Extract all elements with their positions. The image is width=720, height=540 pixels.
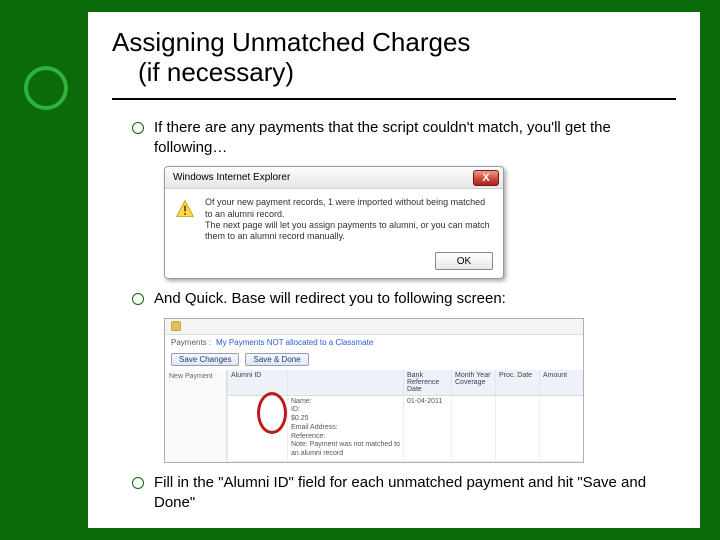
dialog-line2: The next page will let you assign paymen… — [205, 220, 493, 243]
save-done-button[interactable]: Save & Done — [245, 353, 308, 366]
col-amount: Amount — [539, 370, 583, 395]
save-changes-label: Save Changes — [179, 355, 231, 364]
cell-detail: Name: ID: $0.25 Email Address: Reference… — [287, 396, 403, 462]
detail-id: ID: — [291, 406, 400, 415]
bullet-2-text: And Quick. Base will redirect you to fol… — [154, 289, 506, 309]
bullet-3: Fill in the "Alumni ID" field for each u… — [132, 473, 676, 514]
qb-main: Alumni ID Bank Reference Date Month Year… — [227, 370, 583, 462]
title-line2: (if necessary) — [112, 58, 676, 88]
quickbase-report: Payments : My Payments NOT allocated to … — [164, 318, 584, 463]
save-done-label: Save & Done — [253, 355, 300, 364]
dialog-line1: Of your new payment records, 1 were impo… — [205, 197, 493, 220]
breadcrumb-report[interactable]: My Payments NOT allocated to a Classmate — [216, 338, 373, 347]
col-detail — [287, 370, 403, 395]
dialog-footer: OK — [165, 248, 503, 278]
slide-title: Assigning Unmatched Charges (if necessar… — [112, 28, 676, 96]
annotation-circle — [257, 392, 287, 434]
save-changes-button[interactable]: Save Changes — [171, 353, 239, 366]
col-alumni-id: Alumni ID — [227, 370, 287, 395]
breadcrumb: Payments : My Payments NOT allocated to … — [165, 335, 583, 350]
close-button[interactable]: X — [473, 170, 499, 186]
dialog-title: Windows Internet Explorer — [173, 172, 290, 183]
breadcrumb-section: Payments : — [171, 338, 211, 347]
qb-grid: New Payment Alumni ID Bank Reference Dat… — [165, 370, 583, 462]
ie-alert-dialog: Windows Internet Explorer X Of your new … — [164, 166, 504, 279]
bullet-marker — [132, 293, 144, 305]
qb-toolbar — [165, 319, 583, 335]
bullet-2: And Quick. Base will redirect you to fol… — [132, 289, 676, 309]
bullet-3-text: Fill in the "Alumni ID" field for each u… — [154, 473, 676, 514]
qb-actions: Save Changes Save & Done — [165, 350, 583, 370]
detail-name: Name: — [291, 398, 400, 407]
cell-month — [451, 396, 495, 462]
bullet-marker — [132, 122, 144, 134]
bullet-1: If there are any payments that the scrip… — [132, 118, 676, 159]
col-month: Month Year Coverage — [451, 370, 495, 395]
qb-app-icon — [171, 321, 181, 331]
qb-headers: Alumni ID Bank Reference Date Month Year… — [227, 370, 583, 396]
bullet-marker — [132, 477, 144, 489]
slide-accent-ring — [24, 66, 68, 110]
qb-left-label: New Payment — [169, 373, 222, 380]
dialog-body: Of your new payment records, 1 were impo… — [165, 189, 503, 248]
ok-label: OK — [457, 256, 471, 267]
warning-icon — [175, 199, 195, 219]
cell-bank: 01-04-2011 — [403, 396, 451, 462]
dialog-message: Of your new payment records, 1 were impo… — [205, 197, 493, 242]
close-icon: X — [482, 172, 489, 184]
dialog-titlebar: Windows Internet Explorer X — [165, 167, 503, 189]
detail-email: Email Address: — [291, 424, 400, 433]
slide: Assigning Unmatched Charges (if necessar… — [88, 12, 700, 528]
col-bank: Bank Reference Date — [403, 370, 451, 395]
title-line1: Assigning Unmatched Charges — [112, 27, 470, 57]
detail-note2: Note: Payment was not matched to an alum… — [291, 441, 400, 459]
bullet-1-text: If there are any payments that the scrip… — [154, 118, 676, 159]
cell-proc — [495, 396, 539, 462]
col-proc: Proc. Date — [495, 370, 539, 395]
qb-left-panel: New Payment — [165, 370, 227, 462]
detail-note1: Reference: — [291, 433, 400, 442]
detail-amt: $0.25 — [291, 415, 400, 424]
ok-button[interactable]: OK — [435, 252, 493, 270]
title-underline — [112, 98, 676, 100]
cell-amount — [539, 396, 583, 462]
